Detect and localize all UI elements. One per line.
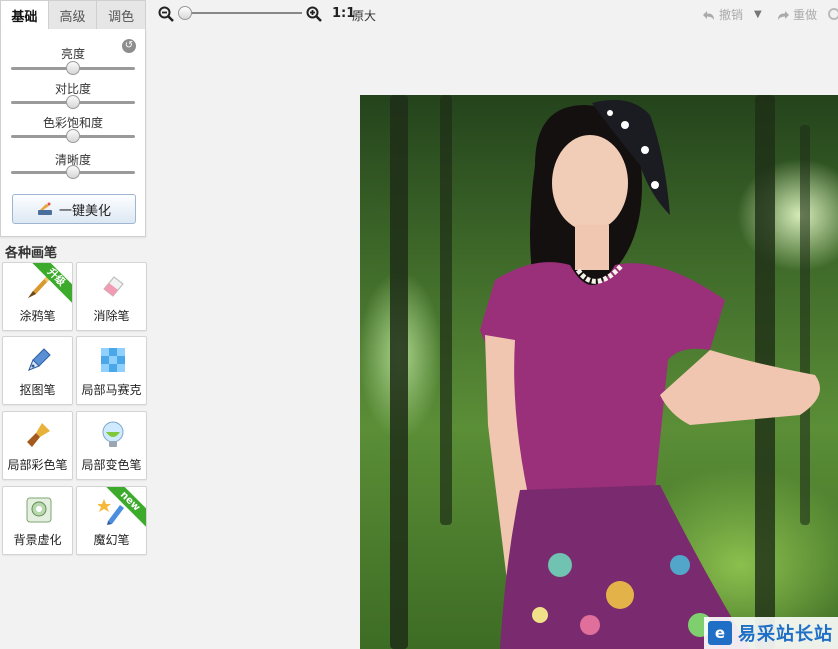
- brush-eraser[interactable]: 消除笔: [76, 262, 147, 331]
- undo-label: 撤销: [719, 8, 744, 22]
- tab-color[interactable]: 调色: [97, 0, 147, 30]
- brush-local-color[interactable]: 局部彩色笔: [2, 411, 73, 480]
- basic-adjust-panel: ↺ 亮度 对比度 色彩饱和度 清晰度 一键美化: [0, 29, 146, 237]
- tab-basic[interactable]: 基础: [0, 0, 49, 30]
- brush-label: 涂鸦笔: [19, 309, 56, 323]
- undo-dropdown-icon[interactable]: ▼: [754, 9, 762, 20]
- contrast-slider[interactable]: [11, 95, 135, 109]
- brush-label: 背景虚化: [13, 533, 62, 547]
- zoom-thumb[interactable]: [178, 6, 192, 20]
- beautify-wand-icon: [37, 202, 52, 215]
- one-click-label: 一键美化: [58, 203, 111, 219]
- brush-magic[interactable]: new 魔幻笔: [76, 486, 147, 555]
- undo-icon: [703, 10, 714, 20]
- watermark-text: 易采站长站: [738, 624, 833, 645]
- brush-label: 魔幻笔: [93, 533, 130, 547]
- color-change-icon: [102, 421, 124, 447]
- watermark-logo: e: [708, 621, 732, 645]
- zoom-track: [178, 12, 302, 14]
- brush-blur-background[interactable]: 背景虚化: [2, 486, 73, 555]
- saturation-slider[interactable]: [11, 129, 135, 143]
- brush-color-change[interactable]: 局部变色笔: [76, 411, 147, 480]
- photo-canvas[interactable]: [360, 95, 838, 649]
- site-watermark: e 易采站长站: [704, 617, 838, 649]
- eraser-icon: [103, 276, 124, 297]
- blur-background-icon: [26, 497, 52, 523]
- redo-button[interactable]: 重做: [776, 6, 817, 23]
- redo-label: 重做: [793, 8, 818, 22]
- brush-doodle[interactable]: 升级 涂鸦笔: [2, 262, 73, 331]
- color-brush-icon: [27, 423, 50, 447]
- new-badge: new: [106, 487, 146, 527]
- person-silhouette: [480, 99, 820, 649]
- cutout-pen-icon: [28, 348, 51, 371]
- rotate-icon[interactable]: [828, 8, 838, 20]
- slider-thumb[interactable]: [66, 95, 80, 109]
- brush-label: 抠图笔: [19, 383, 56, 397]
- redo-icon: [778, 10, 789, 20]
- brush-label: 局部彩色笔: [7, 458, 68, 472]
- tab-advanced[interactable]: 高级: [48, 0, 98, 30]
- original-size-label[interactable]: 原大: [352, 7, 376, 24]
- mosaic-icon: [101, 348, 125, 372]
- slider-thumb[interactable]: [66, 129, 80, 143]
- brush-label: 局部变色笔: [81, 458, 142, 472]
- brush-cutout[interactable]: 抠图笔: [2, 336, 73, 405]
- slider-thumb[interactable]: [66, 165, 80, 179]
- brush-label: 局部马赛克: [81, 383, 142, 397]
- one-click-beautify-button[interactable]: 一键美化: [12, 194, 136, 224]
- brush-mosaic[interactable]: 局部马赛克: [76, 336, 147, 405]
- zoom-out-icon[interactable]: [158, 6, 174, 22]
- brightness-label: 亮度: [60, 47, 85, 61]
- undo-button[interactable]: 撤销 ▼: [702, 6, 762, 23]
- zoom-in-icon[interactable]: [306, 6, 322, 22]
- brush-label: 消除笔: [93, 309, 130, 323]
- brushes-title: 各种画笔: [5, 246, 58, 261]
- brightness-slider[interactable]: [11, 61, 135, 75]
- edit-tabs: 基础 高级 调色: [0, 0, 147, 30]
- slider-thumb[interactable]: [66, 61, 80, 75]
- upgrade-badge: 升级: [32, 263, 72, 303]
- sharpness-slider[interactable]: [11, 165, 135, 179]
- zoom-slider[interactable]: [178, 6, 302, 20]
